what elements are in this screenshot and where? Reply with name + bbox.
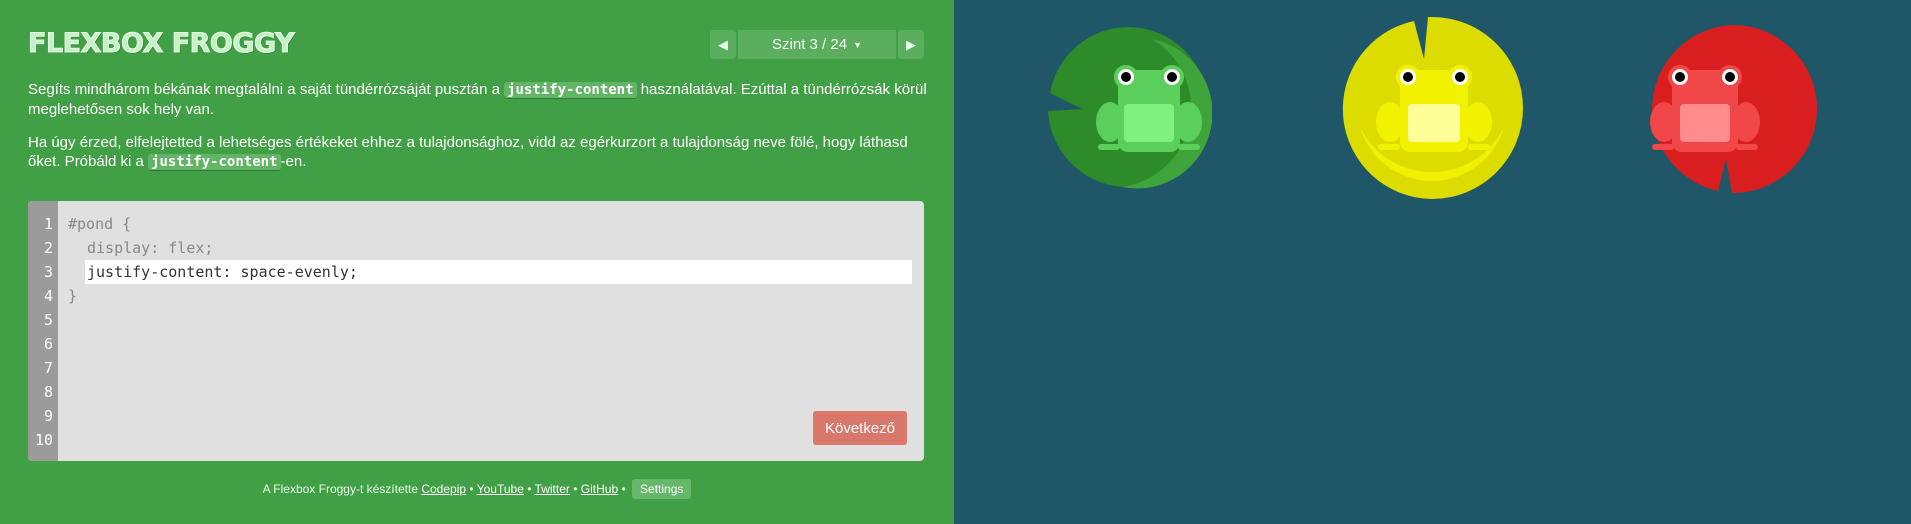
settings-button[interactable]: Settings [632, 479, 692, 499]
line-number: 9 [43, 407, 53, 425]
css-code-input[interactable] [85, 260, 912, 284]
previous-level-button[interactable]: ◀ [710, 30, 736, 59]
line-number: 1 [43, 215, 53, 233]
code-line-display: display: flex; [87, 239, 214, 257]
instruction-text: -en. [280, 153, 307, 170]
instruction-paragraph-1: Segíts mindhárom békának megtalálni a sa… [28, 80, 928, 119]
line-number: 6 [43, 335, 53, 353]
instruction-paragraph-2: Ha úgy érzed, elfelejtetted a lehetséges… [28, 133, 928, 172]
frog-icon [1376, 65, 1492, 152]
property-keyword[interactable]: justify-content [148, 154, 281, 171]
game-title: FLEXBOX FROGGY [27, 28, 295, 60]
triangle-left-icon: ◀ [718, 36, 728, 52]
line-number: 5 [43, 311, 53, 329]
instruction-text: Segíts mindhárom békának megtalálni a sa… [28, 81, 505, 98]
codepip-link[interactable]: Codepip [421, 482, 466, 496]
line-number: 10 [34, 431, 53, 449]
footer-separator: • [573, 482, 578, 496]
code-line-selector: #pond { [68, 215, 132, 233]
youtube-link[interactable]: YouTube [477, 482, 524, 496]
footer-separator: • [469, 482, 474, 496]
line-number: 2 [43, 239, 53, 257]
next-button[interactable]: Következő [813, 411, 907, 445]
github-link[interactable]: GitHub [581, 482, 618, 496]
frog-icon [1096, 65, 1202, 152]
instructions: Segíts mindhárom békának megtalálni a sa… [28, 80, 928, 186]
code-area: #pond { display: flex; } [68, 212, 914, 308]
footer-credit: A Flexbox Froggy-t készítette [262, 482, 418, 496]
line-number: 4 [43, 287, 53, 305]
caret-down-icon: ▼ [853, 39, 862, 50]
line-number: 3 [43, 263, 53, 281]
level-label: Szint 3 / 24 [772, 36, 848, 53]
code-line-closing-brace: } [68, 287, 78, 305]
line-number: 7 [43, 359, 53, 377]
footer: A Flexbox Froggy-t készítette Codepip • … [0, 479, 954, 499]
sidebar: FLEXBOX FROGGY ◀ Szint 3 / 24 ▼ ▶ Segíts… [0, 0, 954, 524]
code-editor: 1 2 3 4 5 6 7 8 9 10 #pond { display: fl… [28, 201, 924, 461]
footer-separator: • [527, 482, 532, 496]
level-navigation: ◀ Szint 3 / 24 ▼ ▶ [710, 30, 924, 59]
level-indicator-dropdown[interactable]: Szint 3 / 24 ▼ [738, 30, 896, 59]
next-level-button[interactable]: ▶ [898, 30, 924, 59]
frog-icon [1650, 65, 1760, 152]
line-number: 8 [43, 383, 53, 401]
twitter-link[interactable]: Twitter [535, 482, 570, 496]
pond [954, 0, 1911, 524]
line-number-gutter: 1 2 3 4 5 6 7 8 9 10 [28, 201, 58, 461]
triangle-right-icon: ▶ [906, 36, 916, 52]
property-keyword[interactable]: justify-content [504, 82, 637, 99]
footer-separator: • [621, 482, 626, 496]
